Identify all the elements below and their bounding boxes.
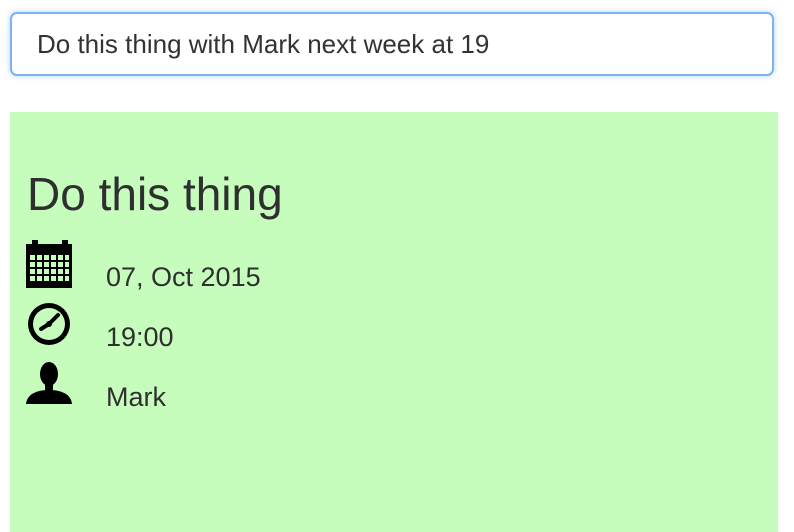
event-time-row: 19:00 xyxy=(25,300,765,356)
event-person-row: Mark xyxy=(25,360,765,416)
event-title: Do this thing xyxy=(27,168,283,220)
event-person: Mark xyxy=(106,382,166,412)
event-card: Do this thing 07, Oct 2015 19:00 Mark xyxy=(10,112,778,532)
event-date: 07, Oct 2015 xyxy=(106,262,261,292)
clock-icon xyxy=(28,303,70,345)
person-icon xyxy=(26,362,72,404)
event-input-container[interactable] xyxy=(10,12,774,76)
event-input[interactable] xyxy=(12,14,772,74)
event-date-row: 07, Oct 2015 xyxy=(25,240,765,296)
event-time: 19:00 xyxy=(106,322,174,352)
calendar-icon xyxy=(26,240,72,288)
